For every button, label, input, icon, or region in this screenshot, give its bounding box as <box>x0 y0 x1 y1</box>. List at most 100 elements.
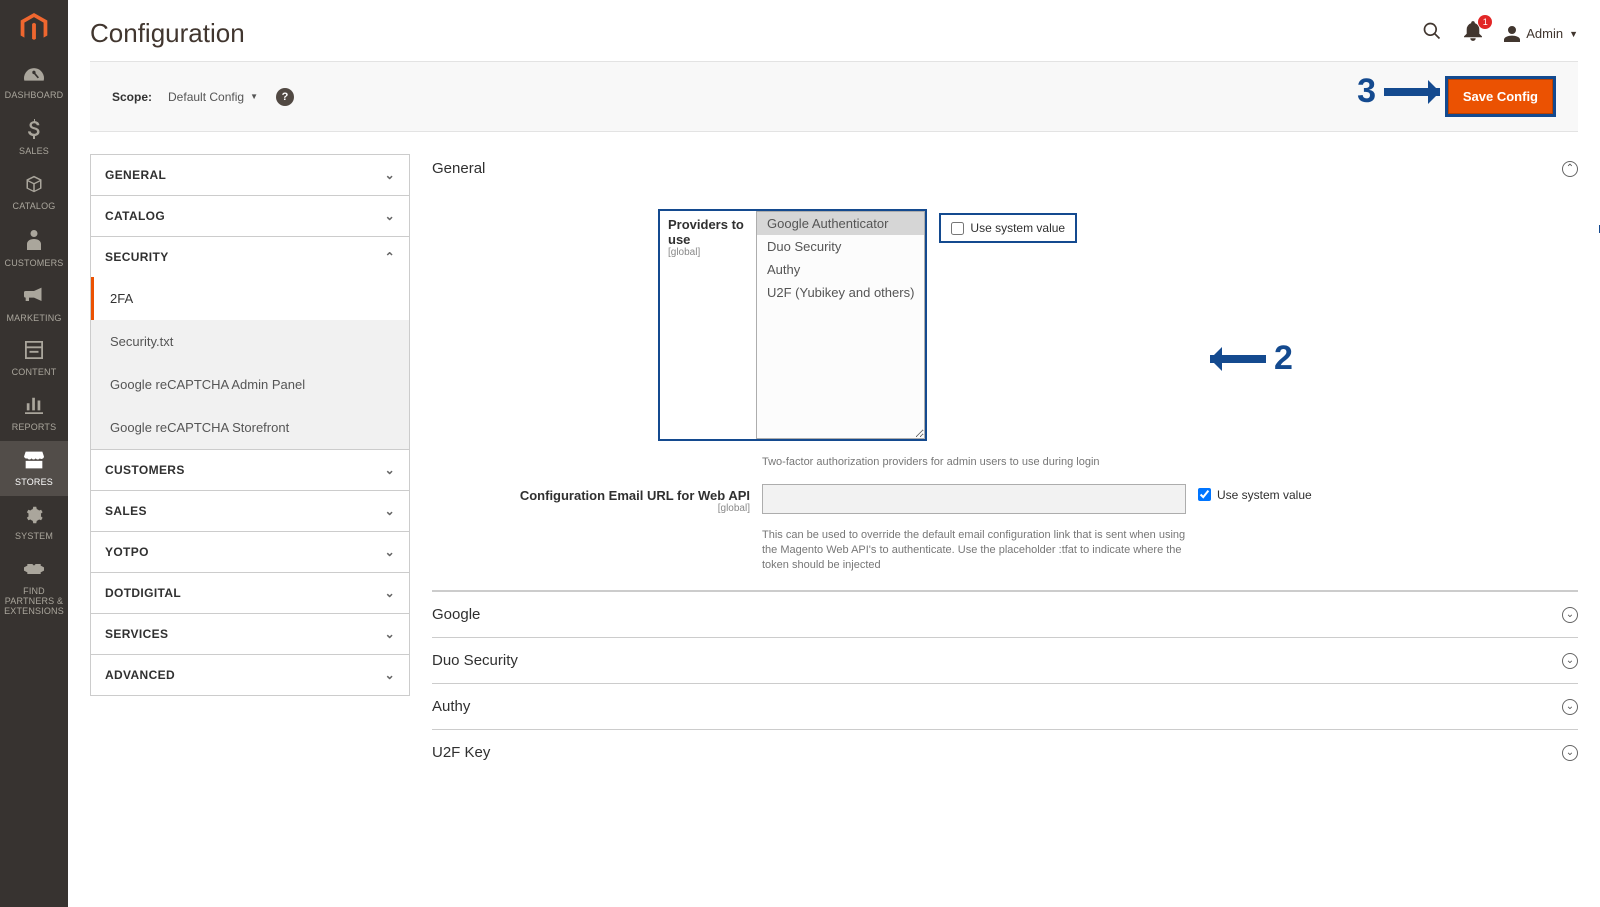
store-icon <box>24 451 44 474</box>
page-header: Configuration 1 Admin ▼ <box>68 0 1600 61</box>
nav-system[interactable]: SYSTEM <box>0 496 68 551</box>
section-u2f[interactable]: U2F Key ⌄ <box>432 729 1578 775</box>
dollar-icon <box>28 119 40 144</box>
section-duo[interactable]: Duo Security ⌄ <box>432 637 1578 683</box>
chevron-down-icon: ⌄ <box>385 209 395 223</box>
subtab-securitytxt[interactable]: Security.txt <box>91 320 409 363</box>
arrow-left-icon <box>1210 355 1266 363</box>
use-system-checkbox-providers[interactable] <box>951 222 964 235</box>
search-button[interactable] <box>1422 21 1442 46</box>
provider-option[interactable]: Google Authenticator <box>757 212 924 235</box>
tab-label: DOTDIGITAL <box>105 586 181 600</box>
scope-label: Scope: <box>112 90 152 104</box>
chevron-down-icon: ⌄ <box>385 668 395 682</box>
gauge-icon <box>24 66 44 87</box>
scope-bar: Scope: Default Config ▼ ? 3 Save Config <box>90 61 1578 132</box>
tab-advanced[interactable]: ADVANCED ⌄ <box>91 655 409 695</box>
nav-reports[interactable]: REPORTS <box>0 386 68 441</box>
nav-content[interactable]: CONTENT <box>0 331 68 386</box>
tab-services[interactable]: SERVICES⌄ <box>91 614 409 655</box>
tab-label: SERVICES <box>105 627 168 641</box>
nav-stores[interactable]: STORES <box>0 441 68 496</box>
section-title-text: Authy <box>432 698 470 715</box>
provider-option[interactable]: Authy <box>757 258 924 281</box>
partners-icon <box>24 560 44 583</box>
search-icon <box>1422 21 1442 41</box>
chevron-down-icon: ⌄ <box>385 168 395 182</box>
tab-security: SECURITY⌃ 2FA Security.txt Google reCAPT… <box>91 237 409 450</box>
section-title-text: U2F Key <box>432 744 490 761</box>
admin-sidebar: DASHBOARD SALES CATALOG CUSTOMERS MARKET… <box>0 0 68 907</box>
tab-sales[interactable]: SALES⌄ <box>91 491 409 532</box>
chevron-down-icon: ⌄ <box>385 504 395 518</box>
nav-sales[interactable]: SALES <box>0 109 68 166</box>
chevron-up-icon: ⌃ <box>385 250 395 264</box>
chevron-down-icon: ⌄ <box>385 463 395 477</box>
subtab-2fa[interactable]: 2FA <box>91 277 409 320</box>
provider-option[interactable]: U2F (Yubikey and others) <box>757 281 924 304</box>
chevron-down-icon: ▼ <box>1569 29 1578 39</box>
megaphone-icon <box>24 287 44 310</box>
expand-down-icon: ⌄ <box>1562 653 1578 669</box>
section-title-text: General <box>432 160 485 177</box>
nav-label: CONTENT <box>12 368 57 378</box>
gear-icon <box>25 506 43 529</box>
tab-security-head[interactable]: SECURITY⌃ <box>91 237 409 277</box>
provider-option[interactable]: Duo Security <box>757 235 924 258</box>
use-system-label-providers[interactable]: Use system value <box>970 221 1065 235</box>
scope-select[interactable]: Default Config ▼ <box>168 90 258 104</box>
magento-logo[interactable] <box>0 0 68 56</box>
subtab-recaptcha-storefront[interactable]: Google reCAPTCHA Storefront <box>91 406 409 449</box>
subtab-recaptcha-admin[interactable]: Google reCAPTCHA Admin Panel <box>91 363 409 406</box>
nav-customers[interactable]: CUSTOMERS <box>0 220 68 277</box>
nav-label: SALES <box>19 147 49 157</box>
nav-label: DASHBOARD <box>5 91 64 101</box>
tab-label: ADVANCED <box>105 668 175 682</box>
user-icon <box>1504 26 1520 42</box>
nav-partners[interactable]: FIND PARTNERS & EXTENSIONS <box>0 550 68 624</box>
nav-label: CATALOG <box>13 202 56 212</box>
tab-label: YOTPO <box>105 545 149 559</box>
chevron-down-icon: ⌄ <box>385 545 395 559</box>
section-google[interactable]: Google ⌄ <box>432 591 1578 637</box>
admin-user-menu[interactable]: Admin ▼ <box>1504 26 1578 42</box>
save-config-button[interactable]: Save Config <box>1448 79 1553 114</box>
use-system-checkbox-emailurl[interactable] <box>1198 488 1211 501</box>
nav-marketing[interactable]: MARKETING <box>0 277 68 332</box>
emailurl-label: Configuration Email URL for Web API <box>520 488 750 503</box>
providers-note: Two-factor authorization providers for a… <box>762 449 1186 470</box>
config-tabs: GENERAL⌄ CATALOG⌄ SECURITY⌃ 2FA Security… <box>90 154 410 696</box>
annotation-3: 3 <box>1357 72 1448 111</box>
tab-catalog[interactable]: CATALOG⌄ <box>91 196 409 237</box>
notifications-button[interactable]: 1 <box>1464 21 1482 46</box>
tab-dotdigital[interactable]: DOTDIGITAL ⌄ <box>91 573 409 614</box>
section-title-text: Google <box>432 606 480 623</box>
nav-catalog[interactable]: CATALOG <box>0 165 68 220</box>
expand-down-icon: ⌄ <box>1562 607 1578 623</box>
providers-label: Providers to use <box>668 217 744 247</box>
tab-yotpo[interactable]: YOTPO ⌄ <box>91 532 409 573</box>
annotation-2: 2 <box>1202 339 1293 378</box>
emailurl-input[interactable] <box>762 484 1186 514</box>
nav-label: FIND PARTNERS & EXTENSIONS <box>4 587 64 617</box>
bar-chart-icon <box>25 396 43 419</box>
tab-general[interactable]: GENERAL⌄ <box>91 155 409 196</box>
section-authy[interactable]: Authy ⌄ <box>432 683 1578 729</box>
providers-scope: [global] <box>668 247 748 258</box>
nav-dashboard[interactable]: DASHBOARD <box>0 56 68 109</box>
person-icon <box>27 230 41 255</box>
scope-value: Default Config <box>168 90 244 104</box>
collapse-up-icon[interactable]: ⌃ <box>1562 161 1578 177</box>
expand-down-icon: ⌄ <box>1562 699 1578 715</box>
use-system-label-emailurl[interactable]: Use system value <box>1217 488 1312 502</box>
section-title-text: Duo Security <box>432 652 518 669</box>
nav-label: STORES <box>15 478 53 488</box>
chevron-down-icon: ⌄ <box>385 586 395 600</box>
providers-multiselect[interactable]: Google AuthenticatorDuo SecurityAuthyU2F… <box>756 211 925 439</box>
use-system-highlight: Use system value <box>939 213 1077 243</box>
help-tooltip-button[interactable]: ? <box>276 88 294 106</box>
section-general-header[interactable]: General ⌃ <box>432 154 1578 191</box>
layout-icon <box>25 341 43 364</box>
tab-customers[interactable]: CUSTOMERS⌄ <box>91 450 409 491</box>
page-title: Configuration <box>90 18 245 49</box>
